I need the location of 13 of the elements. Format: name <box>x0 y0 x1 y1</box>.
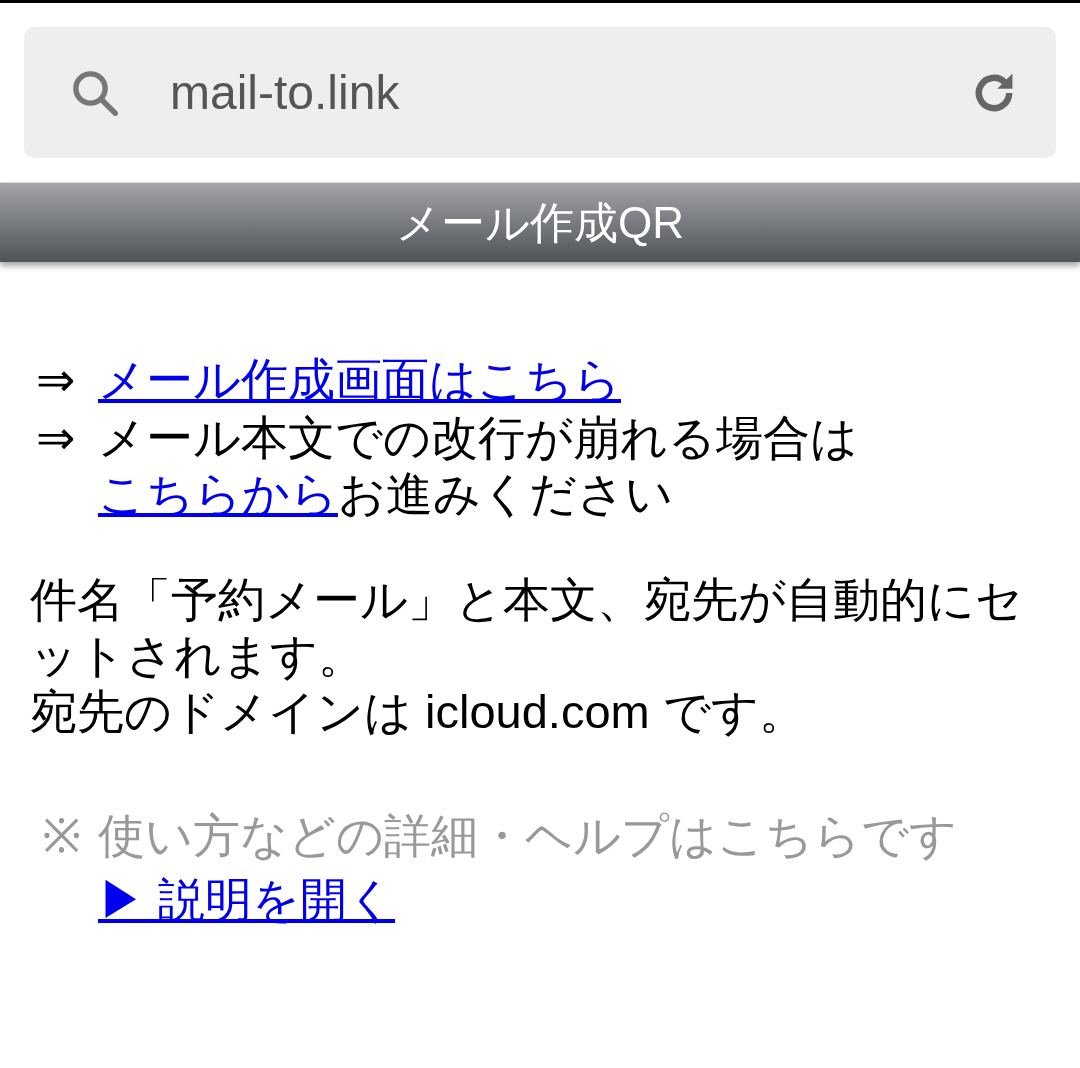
header-title: メール作成QR <box>396 196 684 249</box>
description-text: 宛先のドメインは icloud.com です。 <box>30 684 807 740</box>
link[interactable]: メール作成画面はこちら <box>98 353 621 406</box>
url-text: mail-to.link <box>170 64 401 121</box>
description-text: 件名「予約メール」と本文、宛先が自動的にセットされます。 <box>30 572 1024 684</box>
help-text: 使い方などの詳細・ヘルプはこちらです <box>98 808 957 864</box>
address-bar[interactable]: mail-to.link <box>24 27 1056 158</box>
open-explanation-link[interactable]: ▶ 説明を開く <box>98 873 396 926</box>
link[interactable]: こちらから <box>98 467 338 520</box>
arrow-mark: ⇒ <box>36 410 76 466</box>
arrow-mark: ⇒ <box>36 352 76 408</box>
note-mark: ※ <box>42 808 82 864</box>
notice-text: メール本文での改行が崩れる場合は こちらから お進みください <box>98 410 859 522</box>
